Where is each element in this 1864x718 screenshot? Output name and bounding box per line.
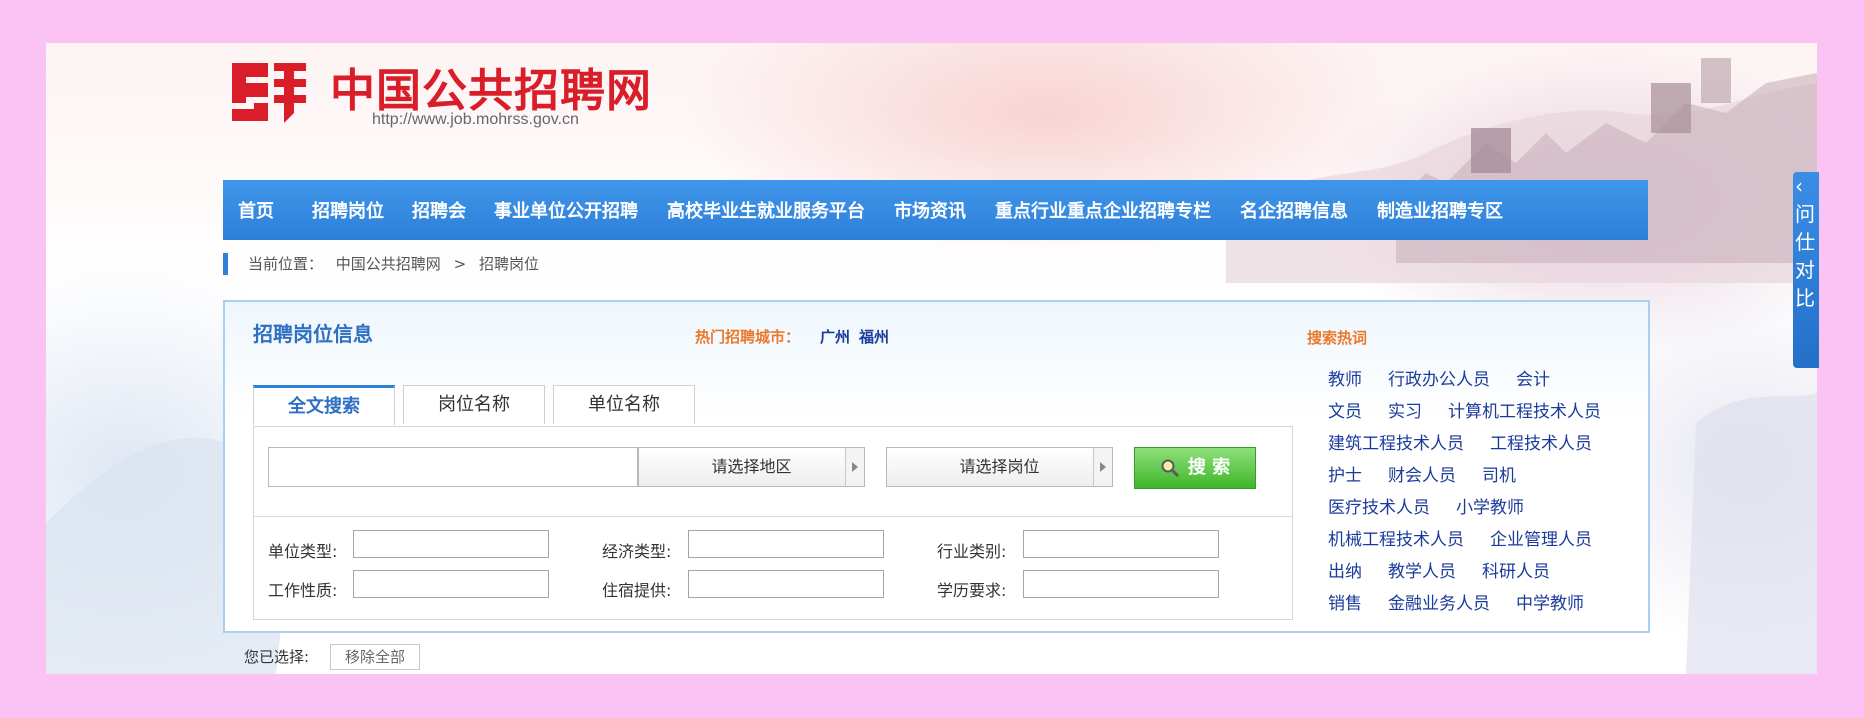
nav-famous-companies[interactable]: 名企招聘信息 (1240, 197, 1348, 223)
keyword-row: 出纳 教学人员 科研人员 (1328, 557, 1576, 582)
breadcrumb-current: 招聘岗位 (478, 255, 539, 273)
site-title: 中国公共招聘网 (330, 64, 653, 117)
site-url[interactable]: http://www.job.mohrss.gov.cn (372, 111, 579, 129)
keyword-link[interactable]: 司机 (1482, 466, 1516, 486)
unit-type-field[interactable] (353, 530, 549, 558)
education-label: 学历要求: (937, 581, 1007, 600)
industry-field[interactable] (1023, 530, 1219, 558)
divider (254, 516, 1292, 517)
keyword-link[interactable]: 教学人员 (1388, 562, 1456, 582)
search-button-label: 搜 索 (1187, 457, 1231, 478)
chevron-right-icon (845, 448, 864, 486)
hot-city-fuzhou[interactable]: 福州 (859, 326, 889, 347)
nav-market-news[interactable]: 市场资讯 (894, 197, 966, 223)
search-form: 请选择地区 请选择岗位 搜 索 单位类型: 经济类型: 行业类别: 工作性质: … (253, 426, 1293, 620)
keyword-link[interactable]: 企业管理人员 (1490, 530, 1592, 550)
job-nature-field[interactable] (353, 570, 549, 598)
keyword-input[interactable] (268, 447, 638, 487)
keyword-link[interactable]: 会计 (1516, 370, 1550, 390)
keyword-link[interactable]: 机械工程技术人员 (1328, 530, 1464, 550)
breadcrumb: 当前位置： 中国公共招聘网 > 招聘岗位 (223, 253, 547, 275)
selection-label: 您已选择: (244, 648, 310, 666)
logo-icon (232, 63, 306, 123)
keyword-link[interactable]: 金融业务人员 (1388, 594, 1490, 614)
nav-jobs[interactable]: 招聘岗位 (312, 197, 384, 223)
keyword-link[interactable]: 医疗技术人员 (1328, 498, 1430, 518)
keyword-row: 销售 金融业务人员 中学教师 (1328, 589, 1610, 614)
search-button[interactable]: 搜 索 (1134, 447, 1256, 489)
keyword-link[interactable]: 销售 (1328, 594, 1362, 614)
keyword-link[interactable]: 小学教师 (1456, 498, 1524, 518)
keyword-row: 机械工程技术人员 企业管理人员 (1328, 525, 1618, 550)
region-select-label: 请选择地区 (711, 457, 792, 476)
keyword-row: 教师 行政办公人员 会计 (1328, 365, 1576, 390)
keyword-link[interactable]: 科研人员 (1482, 562, 1550, 582)
breadcrumb-label: 当前位置： (248, 255, 324, 273)
keyword-row: 文员 实习 计算机工程技术人员 (1328, 397, 1627, 422)
nav-home[interactable]: 首页 (238, 197, 274, 223)
keyword-link[interactable]: 建筑工程技术人员 (1328, 434, 1464, 454)
housing-label: 住宿提供: (602, 581, 672, 600)
hot-city-guangzhou[interactable]: 广州 (820, 326, 850, 347)
econ-type-label: 经济类型: (602, 542, 672, 561)
keyword-link[interactable]: 实习 (1388, 402, 1422, 422)
keyword-link[interactable]: 计算机工程技术人员 (1448, 402, 1601, 422)
job-nature-label: 工作性质: (268, 581, 338, 600)
education-field[interactable] (1023, 570, 1219, 598)
search-icon (1161, 459, 1179, 478)
nav-graduates[interactable]: 高校毕业生就业服务平台 (667, 197, 865, 223)
position-select[interactable]: 请选择岗位 (886, 447, 1113, 487)
region-select[interactable]: 请选择地区 (638, 447, 865, 487)
position-select-label: 请选择岗位 (959, 457, 1040, 476)
chevron-right-icon (1093, 448, 1112, 486)
keyword-link[interactable]: 中学教师 (1516, 594, 1584, 614)
search-tabs: 全文搜索 岗位名称 单位名称 (253, 385, 703, 425)
keyword-link[interactable]: 行政办公人员 (1388, 370, 1490, 390)
main-nav: 首页 招聘岗位 招聘会 事业单位公开招聘 高校毕业生就业服务平台 市场资讯 重点… (223, 180, 1648, 240)
tab-position-name[interactable]: 岗位名称 (403, 385, 545, 424)
tab-company-name[interactable]: 单位名称 (553, 385, 695, 424)
page: 中国公共招聘网 http://www.job.mohrss.gov.cn 首页 … (46, 43, 1817, 674)
breadcrumb-separator: > (453, 255, 467, 273)
hot-city-label: 热门招聘城市： (695, 328, 801, 346)
nav-key-industries[interactable]: 重点行业重点企业招聘专栏 (995, 197, 1211, 223)
job-search-panel: 招聘岗位信息 热门招聘城市： 广州 福州 搜索热词 教师 行政办公人员 会计 文员 实… (223, 300, 1650, 633)
keyword-link[interactable]: 教师 (1328, 370, 1362, 390)
nav-manufacturing[interactable]: 制造业招聘专区 (1377, 197, 1503, 223)
side-floating-tab[interactable]: ‹ 问 仕 对 比 (1793, 172, 1819, 368)
keyword-link[interactable]: 出纳 (1328, 562, 1362, 582)
nav-public-institution[interactable]: 事业单位公开招聘 (494, 197, 638, 223)
nav-job-fair[interactable]: 招聘会 (412, 197, 466, 223)
unit-type-label: 单位类型: (268, 542, 338, 561)
industry-label: 行业类别: (937, 542, 1007, 561)
econ-type-field[interactable] (688, 530, 884, 558)
keyword-row: 医疗技术人员 小学教师 (1328, 493, 1550, 518)
housing-field[interactable] (688, 570, 884, 598)
hot-keywords-label: 搜索热词 (1307, 329, 1368, 347)
keyword-link[interactable]: 工程技术人员 (1490, 434, 1592, 454)
panel-title: 招聘岗位信息 (253, 322, 373, 346)
keyword-row: 护士 财会人员 司机 (1328, 461, 1542, 486)
keyword-link[interactable]: 护士 (1328, 466, 1362, 486)
remove-all-button[interactable]: 移除全部 (330, 644, 420, 670)
keyword-link[interactable]: 文员 (1328, 402, 1362, 422)
keyword-row: 建筑工程技术人员 工程技术人员 (1328, 429, 1618, 454)
keyword-link[interactable]: 财会人员 (1388, 466, 1456, 486)
breadcrumb-home[interactable]: 中国公共招聘网 (336, 255, 441, 273)
tab-fulltext[interactable]: 全文搜索 (253, 385, 395, 425)
